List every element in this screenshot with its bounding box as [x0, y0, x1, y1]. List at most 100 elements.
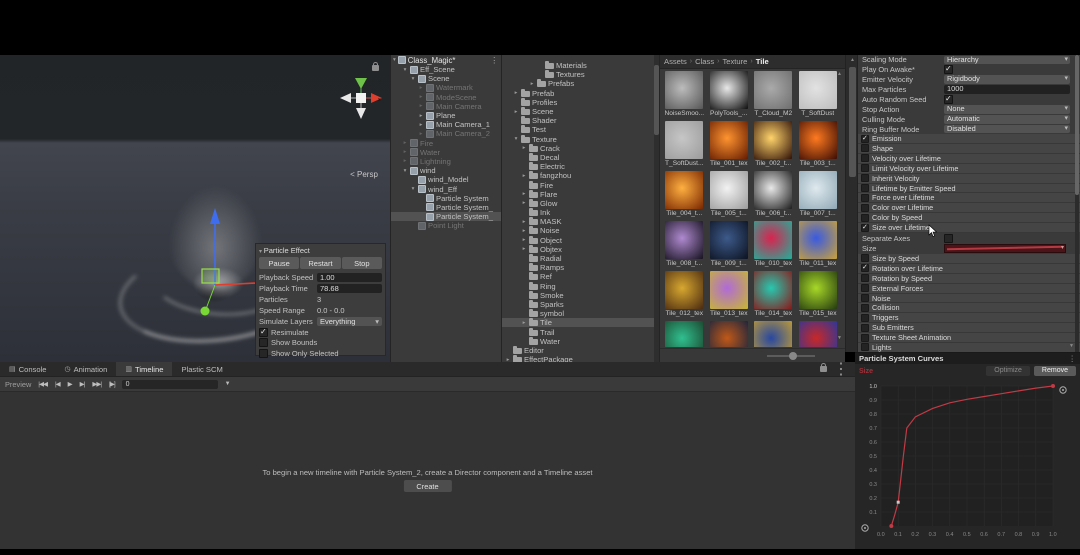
scroll-up-icon[interactable]: ▲	[850, 57, 855, 63]
tree-item[interactable]: Textures	[502, 70, 659, 79]
asset-tile[interactable]: Tile_013_tex	[707, 271, 752, 321]
restart-button[interactable]: Restart	[300, 257, 340, 269]
tree-item[interactable]: Editor	[502, 346, 659, 355]
perspective-label[interactable]: < Persp	[338, 170, 390, 179]
module-bar[interactable]: Color by Speed	[858, 213, 1080, 223]
asset-tile[interactable]: Tile_003_t...	[796, 121, 841, 171]
inspector-scrollbar[interactable]	[1075, 55, 1079, 352]
tree-item[interactable]: ▸Glow	[502, 199, 659, 208]
tree-item[interactable]: ▸ModeScene	[391, 93, 501, 102]
module-bar[interactable]: Shape	[858, 144, 1080, 154]
asset-tile[interactable]: Tile_008_t...	[662, 221, 707, 271]
tree-item[interactable]: Particle System	[391, 194, 501, 203]
tree-item[interactable]: Test	[502, 125, 659, 134]
module-bar[interactable]: Size over Lifetime	[858, 223, 1080, 233]
property-checkbox[interactable]	[944, 234, 953, 243]
kebab-menu-icon[interactable]: ⋮	[833, 359, 849, 379]
tree-item[interactable]: ▾Texture	[502, 135, 659, 144]
module-bar[interactable]: Triggers	[858, 313, 1080, 323]
asset-tile[interactable]	[662, 321, 707, 347]
scene-orientation-gizmo[interactable]: x	[338, 75, 384, 121]
tree-item[interactable]: ▾wind_Eff	[391, 184, 501, 193]
asset-tile[interactable]	[796, 321, 841, 347]
property-field[interactable]: 1000	[944, 85, 1070, 94]
expand-arrow-icon[interactable]: ▸	[418, 94, 424, 100]
curve-series-label[interactable]: Size	[859, 368, 873, 375]
expand-arrow-icon[interactable]: ▸	[521, 200, 527, 206]
pause-button[interactable]: Pause	[259, 257, 299, 269]
asset-tile[interactable]: T_Cloud_M2	[751, 71, 796, 121]
tree-item[interactable]: Electric	[502, 162, 659, 171]
asset-tile[interactable]: T_SoftDust	[796, 71, 841, 121]
value-dropdown[interactable]: Everything	[317, 317, 382, 327]
kebab-menu-icon[interactable]: ⋮	[490, 56, 501, 65]
expand-arrow-icon[interactable]: ▸	[521, 320, 527, 326]
skip-end-icon[interactable]: ▶▶|	[92, 380, 101, 388]
skip-start-icon[interactable]: |◀◀	[38, 380, 47, 388]
inspector-scroll-strip[interactable]: ▲	[845, 55, 858, 352]
tree-item[interactable]: Ink	[502, 208, 659, 217]
remove-button[interactable]: Remove	[1034, 366, 1076, 376]
expand-arrow-icon[interactable]: ▸	[521, 173, 527, 179]
checkbox[interactable]	[259, 328, 268, 337]
expand-arrow-icon[interactable]: ▸	[418, 122, 424, 128]
value-field[interactable]: 1.00	[317, 273, 382, 282]
tree-item[interactable]: ▸Lightning	[391, 157, 501, 166]
play-range-icon[interactable]: [▶]	[109, 380, 115, 388]
tab-animation[interactable]: ◷Animation	[56, 362, 117, 376]
optimize-button[interactable]: Optimize	[986, 366, 1030, 376]
asset-tile[interactable]: Tile_012_tex	[662, 271, 707, 321]
tree-item[interactable]: wind_Model	[391, 175, 501, 184]
expand-arrow-icon[interactable]: ▸	[513, 109, 519, 115]
kebab-menu-icon[interactable]: ⋮	[1068, 354, 1076, 363]
property-dropdown[interactable]: Automatic	[944, 115, 1070, 124]
module-checkbox[interactable]	[861, 174, 869, 182]
tree-item[interactable]: ▸Crack	[502, 144, 659, 153]
tree-item[interactable]: Smoke	[502, 291, 659, 300]
tree-item[interactable]: ▸Flare	[502, 190, 659, 199]
scroll-down-icon[interactable]: ▼	[837, 335, 842, 341]
tree-item[interactable]: ▸Prefabs	[502, 79, 659, 88]
tree-item[interactable]: ▸Object	[502, 236, 659, 245]
tree-item[interactable]: Particle System_	[391, 212, 501, 221]
module-checkbox[interactable]	[861, 294, 869, 302]
asset-tile[interactable]: Tile_011_tex	[796, 221, 841, 271]
expand-arrow-icon[interactable]: ▸	[521, 219, 527, 225]
module-bar[interactable]: Lights	[858, 343, 1080, 352]
tree-item[interactable]: ▸Scene	[502, 107, 659, 116]
tree-item[interactable]: ▸Fire	[391, 139, 501, 148]
asset-tile[interactable]: Tile_002_t...	[751, 121, 796, 171]
module-checkbox[interactable]	[861, 304, 869, 312]
breadcrumb-segment[interactable]: Tile	[756, 57, 769, 66]
property-dropdown[interactable]: None	[944, 105, 1070, 114]
asset-tile[interactable]: Tile_010_tex	[751, 221, 796, 271]
expand-arrow-icon[interactable]: ▸	[418, 103, 424, 109]
asset-tile[interactable]	[707, 321, 752, 347]
module-checkbox[interactable]	[861, 144, 869, 152]
expand-arrow-icon[interactable]: ▾	[402, 168, 408, 174]
particle-panel-check-row[interactable]: Resimulate	[259, 327, 382, 338]
particle-panel-check-row[interactable]: Show Only Selected	[259, 348, 382, 359]
checkbox[interactable]	[259, 338, 268, 347]
next-frame-icon[interactable]: ▶|	[80, 380, 85, 388]
breadcrumb-segment[interactable]: Assets	[664, 57, 687, 66]
module-checkbox[interactable]	[861, 135, 869, 143]
tree-item[interactable]: Ref	[502, 272, 659, 281]
expand-arrow-icon[interactable]: ▸	[521, 145, 527, 151]
tree-item[interactable]: Water	[502, 337, 659, 346]
tree-item[interactable]: ▸Main Camera_2	[391, 129, 501, 138]
module-bar[interactable]: Size by Speed	[858, 254, 1080, 264]
tree-item[interactable]: ▸Main Camera_1	[391, 120, 501, 129]
module-bar[interactable]: Color over Lifetime	[858, 203, 1080, 213]
expand-arrow-icon[interactable]: ▾	[402, 67, 408, 73]
tree-item[interactable]: symbol	[502, 309, 659, 318]
lock-icon[interactable]	[372, 65, 379, 71]
chevron-down-icon[interactable]: ▼	[225, 381, 231, 387]
tree-item[interactable]: ▸Tile	[502, 318, 659, 327]
module-checkbox[interactable]	[861, 204, 869, 212]
module-bar[interactable]: Lifetime by Emitter Speed	[858, 184, 1080, 194]
expand-arrow-icon[interactable]: ▸	[521, 228, 527, 234]
asset-tile[interactable]: Tile_015_tex	[796, 271, 841, 321]
hierarchy-scene-header[interactable]: ▾ Class_Magic* ⋮	[391, 55, 501, 65]
tree-item[interactable]: Trail	[502, 327, 659, 336]
